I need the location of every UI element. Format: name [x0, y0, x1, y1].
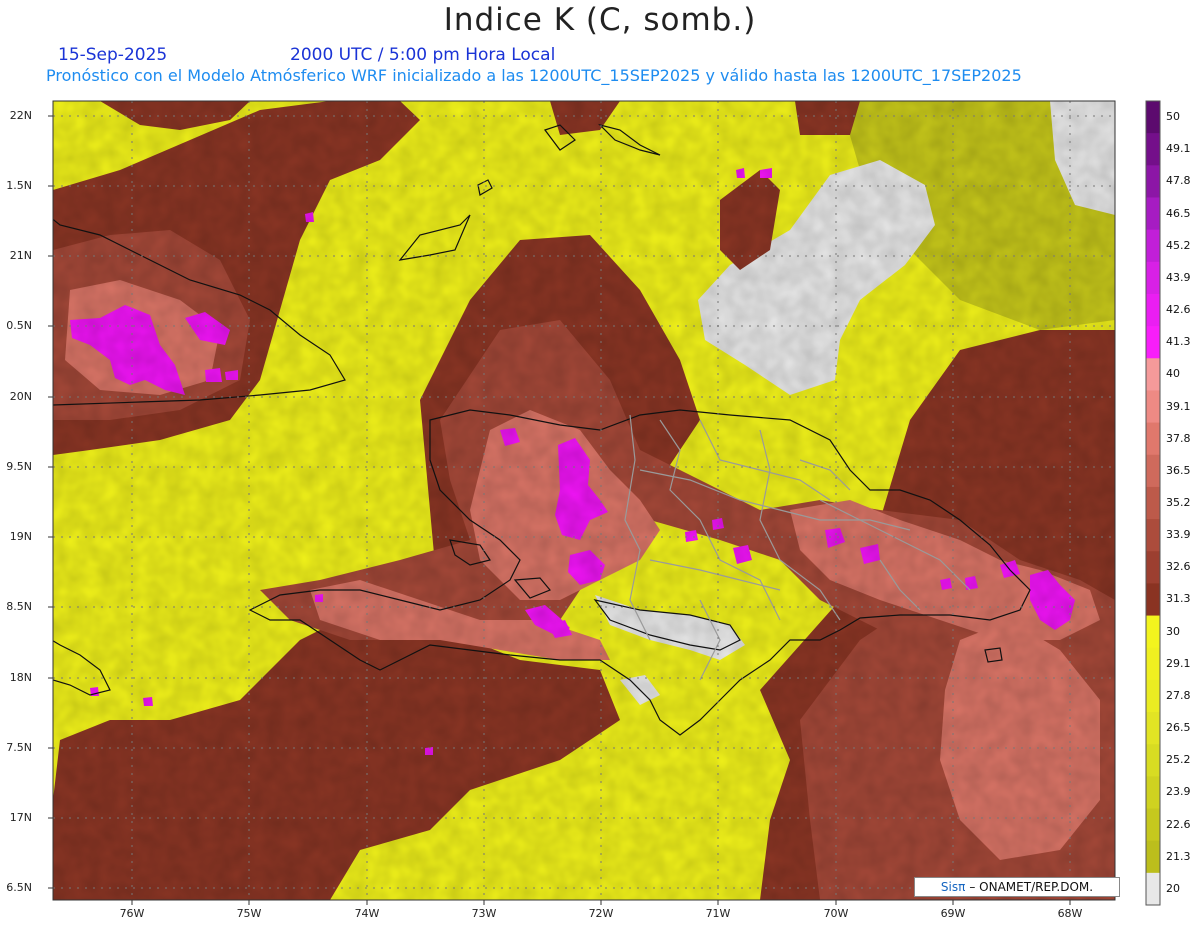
lat-label: 22N — [9, 109, 32, 122]
colorbar-label: 49.1 — [1166, 142, 1191, 156]
lon-label: 72W — [588, 907, 614, 920]
k-index-map — [48, 100, 1161, 906]
lon-label: 69W — [940, 907, 966, 920]
lat-label: 1.5N — [6, 179, 32, 192]
credit-brand: Sisπ — [940, 880, 966, 894]
colorbar-swatch — [1146, 358, 1160, 391]
lon-label: 68W — [1057, 907, 1083, 920]
lat-label: 6.5N — [6, 881, 32, 894]
colorbar-label: 40 — [1166, 367, 1180, 381]
lat-label: 20N — [9, 390, 32, 403]
colorbar-label: 23.9 — [1166, 785, 1191, 799]
colorbar-label: 32.6 — [1166, 560, 1191, 574]
colorbar-label: 25.2 — [1166, 753, 1191, 767]
colorbar-label: 50 — [1166, 110, 1180, 124]
colorbar-label: 41.3 — [1166, 335, 1191, 349]
lat-label: 21N — [9, 249, 32, 262]
colorbar-swatch — [1146, 133, 1160, 166]
colorbar-swatch — [1146, 583, 1160, 617]
colorbar-swatch — [1146, 165, 1160, 198]
lon-label: 76W — [119, 907, 145, 920]
colorbar-swatch — [1146, 454, 1160, 488]
colorbar-swatch — [1146, 101, 1160, 134]
colorbar-swatch — [1146, 519, 1160, 552]
colorbar-label: 21.3 — [1166, 849, 1191, 863]
colorbar-swatch — [1146, 261, 1160, 295]
lon-label: 75W — [236, 907, 262, 920]
colorbar-label: 39.1 — [1166, 399, 1191, 413]
colorbar-label: 46.5 — [1166, 206, 1191, 220]
colorbar-label: 42.6 — [1166, 303, 1191, 317]
lon-label: 73W — [471, 907, 497, 920]
lat-label: 9.5N — [6, 460, 32, 473]
lon-label: 74W — [354, 907, 380, 920]
colorbar-label: 36.5 — [1166, 463, 1191, 477]
colorbar-swatch — [1146, 840, 1160, 874]
colorbar-label: 47.8 — [1166, 174, 1191, 188]
colorbar-swatch — [1146, 615, 1160, 649]
lon-label: 71W — [705, 907, 731, 920]
colorbar-label: 43.9 — [1166, 270, 1191, 284]
lon-label: 70W — [823, 907, 849, 920]
colorbar-label: 22.6 — [1166, 817, 1191, 831]
colorbar-label: 35.2 — [1166, 496, 1191, 509]
colorbar-label: 37.8 — [1166, 431, 1191, 445]
colorbar-label: 20 — [1166, 881, 1180, 895]
colorbar-label: 27.8 — [1166, 688, 1191, 702]
colorbar-swatch — [1146, 551, 1160, 584]
colorbar-swatch — [1146, 744, 1160, 777]
colorbar-swatch — [1146, 197, 1160, 231]
colorbar-swatch — [1146, 486, 1160, 520]
colorbar-swatch — [1146, 776, 1160, 810]
lat-label: 18N — [9, 671, 32, 684]
colorbar-label: 26.5 — [1166, 721, 1191, 735]
colorbar-swatch — [1146, 679, 1160, 713]
colorbar-label: 29.1 — [1166, 656, 1191, 670]
map-field — [53, 101, 1115, 900]
lat-label: 7.5N — [6, 741, 32, 754]
colorbar-swatch — [1146, 808, 1160, 842]
colorbar-swatch — [1146, 647, 1160, 681]
lat-label: 19N — [9, 530, 32, 543]
colorbar-swatch — [1146, 390, 1160, 424]
lat-label: 17N — [9, 811, 32, 824]
colorbar-label: 30 — [1166, 624, 1180, 638]
colorbar-swatch — [1146, 326, 1160, 359]
colorbar-swatch — [1146, 229, 1160, 263]
colorbar — [1145, 100, 1161, 906]
colorbar-label: 45.2 — [1166, 238, 1191, 252]
lat-label: 8.5N — [6, 600, 32, 613]
colorbar-label: 33.9 — [1166, 528, 1191, 542]
credit-text: – ONAMET/REP.DOM. — [969, 880, 1094, 894]
colorbar-swatch — [1146, 712, 1160, 745]
credit-box: Sisπ – ONAMET/REP.DOM. — [914, 877, 1120, 897]
lat-label: 0.5N — [6, 319, 32, 332]
colorbar-label: 31.3 — [1166, 592, 1191, 606]
colorbar-swatch — [1146, 422, 1160, 456]
colorbar-swatch — [1146, 872, 1160, 906]
colorbar-swatch — [1146, 293, 1160, 327]
